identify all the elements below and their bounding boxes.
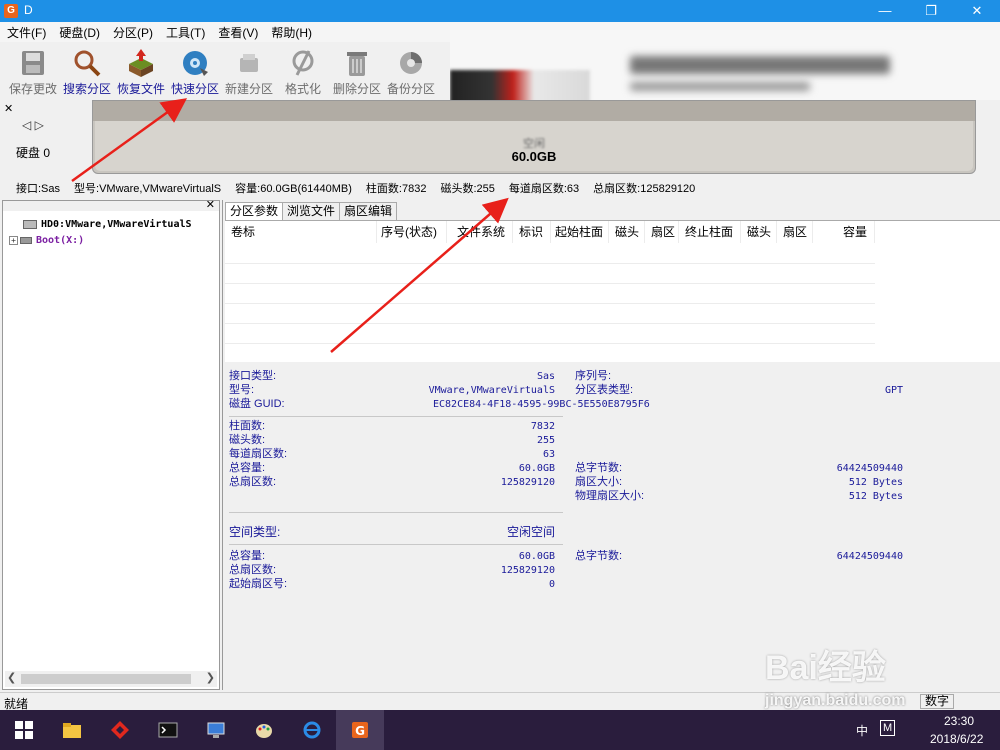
annotation-arrows <box>71 98 509 353</box>
arrow-to-details <box>330 197 509 353</box>
arrow-to-quick-partition <box>71 98 188 183</box>
